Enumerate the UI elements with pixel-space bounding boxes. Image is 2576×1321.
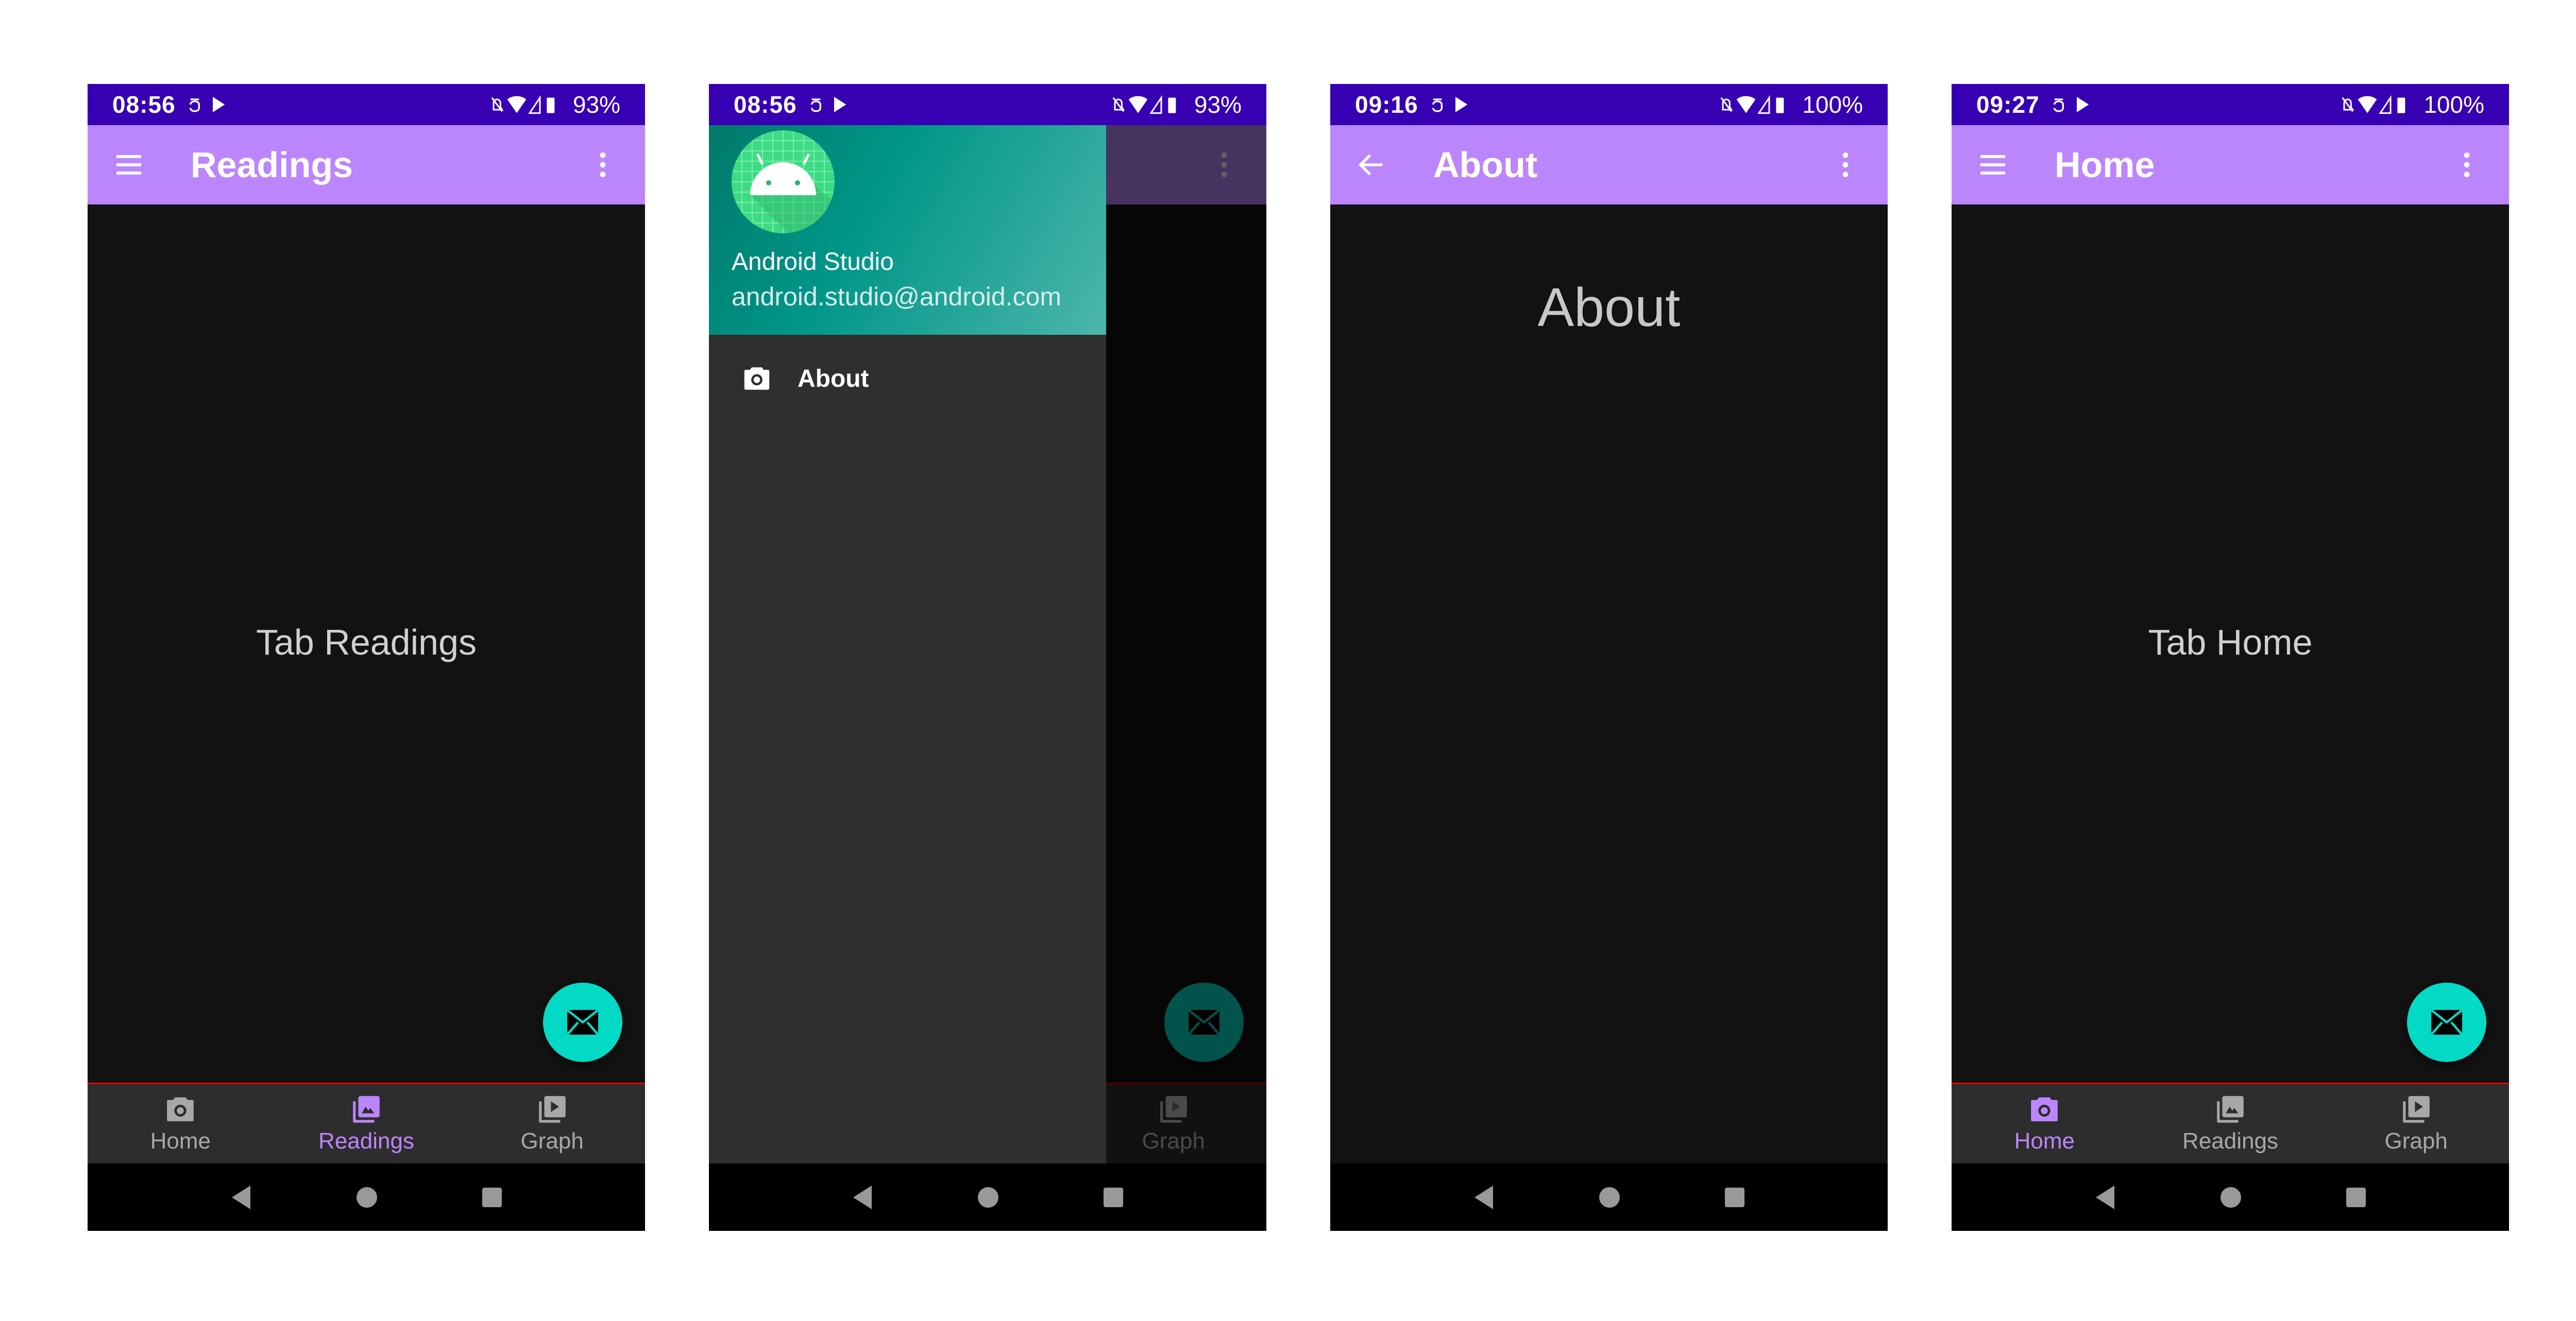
battery-percent: 93%: [1194, 91, 1242, 118]
navigation-drawer: Android Studio android.studio@android.co…: [709, 125, 1106, 1163]
app-bar: About: [1330, 125, 1888, 204]
home-nav-icon[interactable]: [355, 1186, 378, 1209]
android-logo-icon: [732, 130, 835, 233]
video-library-icon: [2400, 1093, 2432, 1125]
battery-percent: 93%: [572, 91, 620, 118]
camera-icon: [164, 1093, 196, 1125]
system-status-icons: [1110, 94, 1187, 115]
more-options-icon[interactable]: [1829, 148, 1862, 181]
app-bar: Home: [1952, 125, 2509, 204]
tab-label: Readings: [318, 1128, 414, 1154]
recents-nav-icon[interactable]: [2345, 1187, 2367, 1208]
tab-graph[interactable]: Graph: [459, 1084, 645, 1163]
drawer-item-about[interactable]: About: [709, 335, 1106, 422]
status-bar: 08:56 93%: [88, 84, 645, 125]
system-navigation-bar: [709, 1163, 1266, 1231]
tab-label: Home: [150, 1128, 211, 1154]
home-nav-icon[interactable]: [2219, 1186, 2242, 1209]
arrow-back-icon[interactable]: [1355, 148, 1388, 181]
battery-percent: 100%: [2424, 91, 2484, 118]
status-time: 08:56: [734, 91, 797, 118]
notification-icons: [1430, 94, 1481, 115]
home-nav-icon[interactable]: [1598, 1186, 1621, 1209]
phone-screen-about: 09:16 100% About About: [1330, 84, 1888, 1231]
recents-nav-icon[interactable]: [1103, 1187, 1124, 1208]
status-time: 09:16: [1355, 91, 1418, 118]
drawer-item-label: About: [798, 365, 869, 392]
notification-icons: [808, 94, 860, 115]
tab-label: Graph: [2384, 1128, 2448, 1154]
photo-library-icon: [2214, 1093, 2246, 1125]
tab-home[interactable]: Home: [88, 1084, 274, 1163]
more-options-icon[interactable]: [2450, 148, 2483, 181]
video-library-icon: [1158, 1093, 1190, 1125]
video-library-icon: [536, 1093, 568, 1125]
back-nav-icon[interactable]: [230, 1185, 252, 1210]
tab-label: Readings: [2182, 1128, 2278, 1154]
recents-nav-icon[interactable]: [481, 1187, 503, 1208]
drawer-user-email: android.studio@android.com: [732, 282, 1062, 311]
status-time: 09:27: [1976, 91, 2040, 118]
avatar: [732, 130, 835, 233]
status-bar: 09:16 100%: [1330, 84, 1888, 125]
mail-icon: [2428, 1004, 2465, 1041]
tab-label: Home: [2014, 1128, 2075, 1154]
tab-graph[interactable]: Graph: [1080, 1084, 1266, 1163]
phone-screen-readings: 08:56 93% Readings Tab Readings Home Rea…: [88, 84, 645, 1231]
phone-screen-home: 09:27 100% Home Tab Home Home Readings G…: [1952, 84, 2509, 1231]
app-bar: Readings: [88, 125, 645, 204]
content-area: About: [1330, 204, 1888, 1163]
tab-home[interactable]: Home: [1952, 1084, 2138, 1163]
tab-graph[interactable]: Graph: [2323, 1084, 2509, 1163]
status-bar: 08:56 93%: [709, 84, 1266, 125]
bottom-navigation: Home Readings Graph: [1952, 1083, 2509, 1163]
tab-content-text: Tab Home: [2148, 622, 2313, 662]
status-time: 08:56: [112, 91, 176, 118]
mail-icon: [564, 1004, 601, 1041]
drawer-user-name: Android Studio: [732, 248, 894, 276]
camera-icon: [742, 364, 772, 393]
page-title: Readings: [191, 145, 353, 185]
about-heading: About: [1537, 277, 1681, 338]
page-title: Home: [2055, 145, 2155, 185]
drawer-header: Android Studio android.studio@android.co…: [709, 125, 1106, 335]
notification-icons: [2051, 94, 2103, 115]
system-status-icons: [2339, 94, 2416, 115]
bottom-navigation: Home Readings Graph: [88, 1083, 645, 1163]
tab-content-text: Tab Readings: [256, 622, 477, 662]
back-nav-icon[interactable]: [2094, 1185, 2116, 1210]
page-title: About: [1433, 145, 1538, 185]
tab-readings[interactable]: Readings: [274, 1084, 460, 1163]
content-area: Tab Readings: [88, 204, 645, 1083]
email-fab-button[interactable]: [543, 983, 622, 1062]
back-nav-icon[interactable]: [851, 1185, 874, 1210]
notification-icons: [187, 94, 239, 115]
system-status-icons: [1718, 94, 1795, 115]
system-navigation-bar: [88, 1163, 645, 1231]
email-fab-button[interactable]: [2407, 983, 2486, 1062]
home-nav-icon[interactable]: [977, 1186, 999, 1209]
photo-library-icon: [350, 1093, 382, 1125]
tab-label: Graph: [1142, 1128, 1205, 1154]
tab-label: Graph: [520, 1128, 584, 1154]
camera-icon: [2028, 1093, 2060, 1125]
content-area: Tab Home: [1952, 204, 2509, 1083]
tab-readings[interactable]: Readings: [2138, 1084, 2324, 1163]
status-bar: 09:27 100%: [1952, 84, 2509, 125]
menu-icon[interactable]: [1976, 148, 2009, 181]
system-navigation-bar: [1330, 1163, 1888, 1231]
phone-screen-drawer: 08:56 93% Graph Android Studio android.s…: [709, 84, 1266, 1231]
back-nav-icon[interactable]: [1472, 1185, 1495, 1210]
battery-percent: 100%: [1802, 91, 1863, 118]
system-status-icons: [488, 94, 566, 115]
more-options-icon[interactable]: [586, 148, 619, 181]
system-navigation-bar: [1952, 1163, 2509, 1231]
menu-icon[interactable]: [112, 148, 145, 181]
recents-nav-icon[interactable]: [1724, 1187, 1745, 1208]
